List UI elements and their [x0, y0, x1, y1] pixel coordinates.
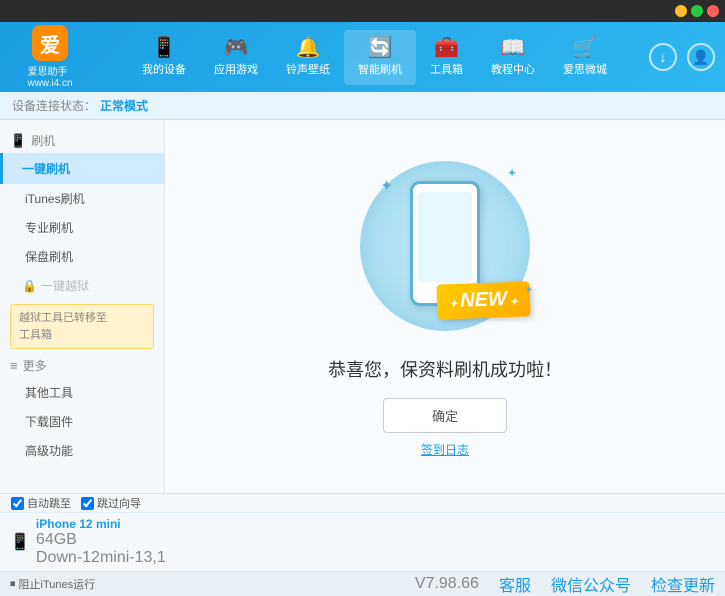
nav-toolbox[interactable]: 🧰 工具箱: [416, 30, 477, 85]
footer-middle: 📱 iPhone 12 mini 64GB Down-12mini-13,1: [0, 513, 725, 571]
sparkle-top-right-icon: ✦: [507, 166, 517, 180]
auto-jump-checkbox-label[interactable]: 自动跳至: [11, 495, 71, 511]
sidebar-item-save-flash[interactable]: 保盘刷机: [0, 242, 164, 271]
minimize-button[interactable]: [675, 5, 687, 17]
footer-right: V7.98.66 客服 微信公众号 检查更新: [415, 572, 715, 596]
content-area: NEW ✦ ✦ ✦ 恭喜您，保资料刷机成功啦！ 确定 签到日志: [165, 120, 725, 493]
ringtone-icon: 🔔: [296, 38, 321, 58]
sidebar-item-pro-flash[interactable]: 专业刷机: [0, 213, 164, 242]
logo-area: 爱 爱思助手 www.i4.cn: [10, 25, 90, 89]
nav-smart-flash[interactable]: 🔄 智能刷机: [344, 30, 416, 85]
sidebar-flash-title: 📱 刷机: [0, 128, 164, 153]
sidebar-item-one-key-flash[interactable]: 一键刷机: [0, 153, 164, 184]
checkbox-group: 自动跳至 跳过向导: [10, 494, 175, 512]
flash-section-icon: 📱: [10, 133, 26, 149]
footer-bottom: ⏹ 阻止iTunes运行 V7.98.66 客服 微信公众号 检查更新: [0, 571, 725, 596]
device-model: Down-12mini-13,1: [36, 549, 166, 567]
user-button[interactable]: 👤: [687, 43, 715, 71]
wechat-public-link[interactable]: 微信公众号: [551, 572, 631, 596]
sidebar-item-other-tools[interactable]: 其他工具: [0, 378, 164, 407]
footer-area: 自动跳至 跳过向导 📱 iPhone 12 mini 64GB Down-12m…: [0, 493, 725, 575]
device-storage: 64GB: [36, 531, 166, 549]
toolbox-icon: 🧰: [434, 38, 459, 58]
skip-wizard-checkbox-label[interactable]: 跳过向导: [81, 495, 141, 511]
auto-jump-checkbox[interactable]: [11, 497, 24, 510]
skip-wizard-checkbox[interactable]: [81, 497, 94, 510]
tutorial-icon: 📖: [501, 38, 526, 58]
sidebar-item-download-firmware[interactable]: 下载固件: [0, 407, 164, 436]
logo-name: 爱思助手 www.i4.cn: [27, 63, 72, 89]
nav-ringtone[interactable]: 🔔 铃声壁纸: [272, 30, 344, 85]
version-text: V7.98.66: [415, 575, 479, 593]
header-right: ↓ 👤: [649, 43, 715, 71]
nav-app-game[interactable]: 🎮 应用游戏: [200, 30, 272, 85]
device-info: 📱 iPhone 12 mini 64GB Down-12mini-13,1: [10, 517, 175, 567]
sparkle-top-left-icon: ✦: [380, 176, 393, 196]
status-bar: 设备连接状态： 正常模式: [0, 92, 725, 120]
more-section-icon: ≡: [10, 358, 18, 373]
footer-top: 自动跳至 跳过向导: [0, 494, 725, 513]
sidebar-jailbreak-section: 🔒 一键越狱: [0, 271, 164, 300]
daily-signin-button[interactable]: 签到日志: [421, 441, 469, 458]
phone-illustration: NEW ✦ ✦ ✦: [355, 156, 535, 336]
sparkle-bottom-right-icon: ✦: [525, 285, 533, 296]
stop-icon: ⏹: [10, 578, 16, 591]
success-text: 恭喜您，保资料刷机成功啦！: [328, 356, 562, 382]
header: 爱 爱思助手 www.i4.cn 📱 我的设备 🎮 应用游戏 🔔 铃声壁纸 🔄 …: [0, 22, 725, 92]
main-area: 📱 刷机 一键刷机 iTunes刷机 专业刷机 保盘刷机 🔒 一键越狱 越狱工具…: [0, 120, 725, 493]
confirm-button[interactable]: 确定: [383, 398, 507, 433]
sidebar-item-itunes-flash[interactable]: iTunes刷机: [0, 184, 164, 213]
app-game-icon: 🎮: [224, 38, 249, 58]
close-button[interactable]: [707, 5, 719, 17]
download-button[interactable]: ↓: [649, 43, 677, 71]
check-update-link[interactable]: 检查更新: [651, 572, 715, 596]
device-icon: 📱: [10, 532, 30, 552]
customer-service-link[interactable]: 客服: [499, 572, 531, 596]
nav-my-device[interactable]: 📱 我的设备: [128, 30, 200, 85]
my-device-icon: 📱: [152, 38, 177, 58]
sidebar-item-advanced[interactable]: 高级功能: [0, 436, 164, 465]
nav-weidian[interactable]: 🛒 爱思微城: [549, 30, 621, 85]
smart-flash-icon: 🔄: [368, 38, 393, 58]
device-name: iPhone 12 mini: [36, 517, 166, 531]
status-value: 正常模式: [100, 97, 148, 114]
sidebar: 📱 刷机 一键刷机 iTunes刷机 专业刷机 保盘刷机 🔒 一键越狱 越狱工具…: [0, 120, 165, 493]
phone-screen: [418, 192, 472, 282]
weidian-icon: 🛒: [573, 38, 598, 58]
sidebar-more-title: ≡ 更多: [0, 353, 164, 378]
new-badge: NEW: [436, 281, 530, 319]
title-bar: [0, 0, 725, 22]
sidebar-jailbreak-info: 越狱工具已转移至工具箱: [10, 304, 154, 349]
maximize-button[interactable]: [691, 5, 703, 17]
stop-itunes-button[interactable]: ⏹ 阻止iTunes运行: [10, 576, 95, 592]
lock-icon: 🔒: [22, 279, 37, 293]
nav-tutorial[interactable]: 📖 教程中心: [477, 30, 549, 85]
nav-items: 📱 我的设备 🎮 应用游戏 🔔 铃声壁纸 🔄 智能刷机 🧰 工具箱 📖 教程中心…: [100, 30, 649, 85]
status-label: 设备连接状态：: [12, 97, 96, 114]
logo-icon: 爱: [32, 25, 68, 61]
